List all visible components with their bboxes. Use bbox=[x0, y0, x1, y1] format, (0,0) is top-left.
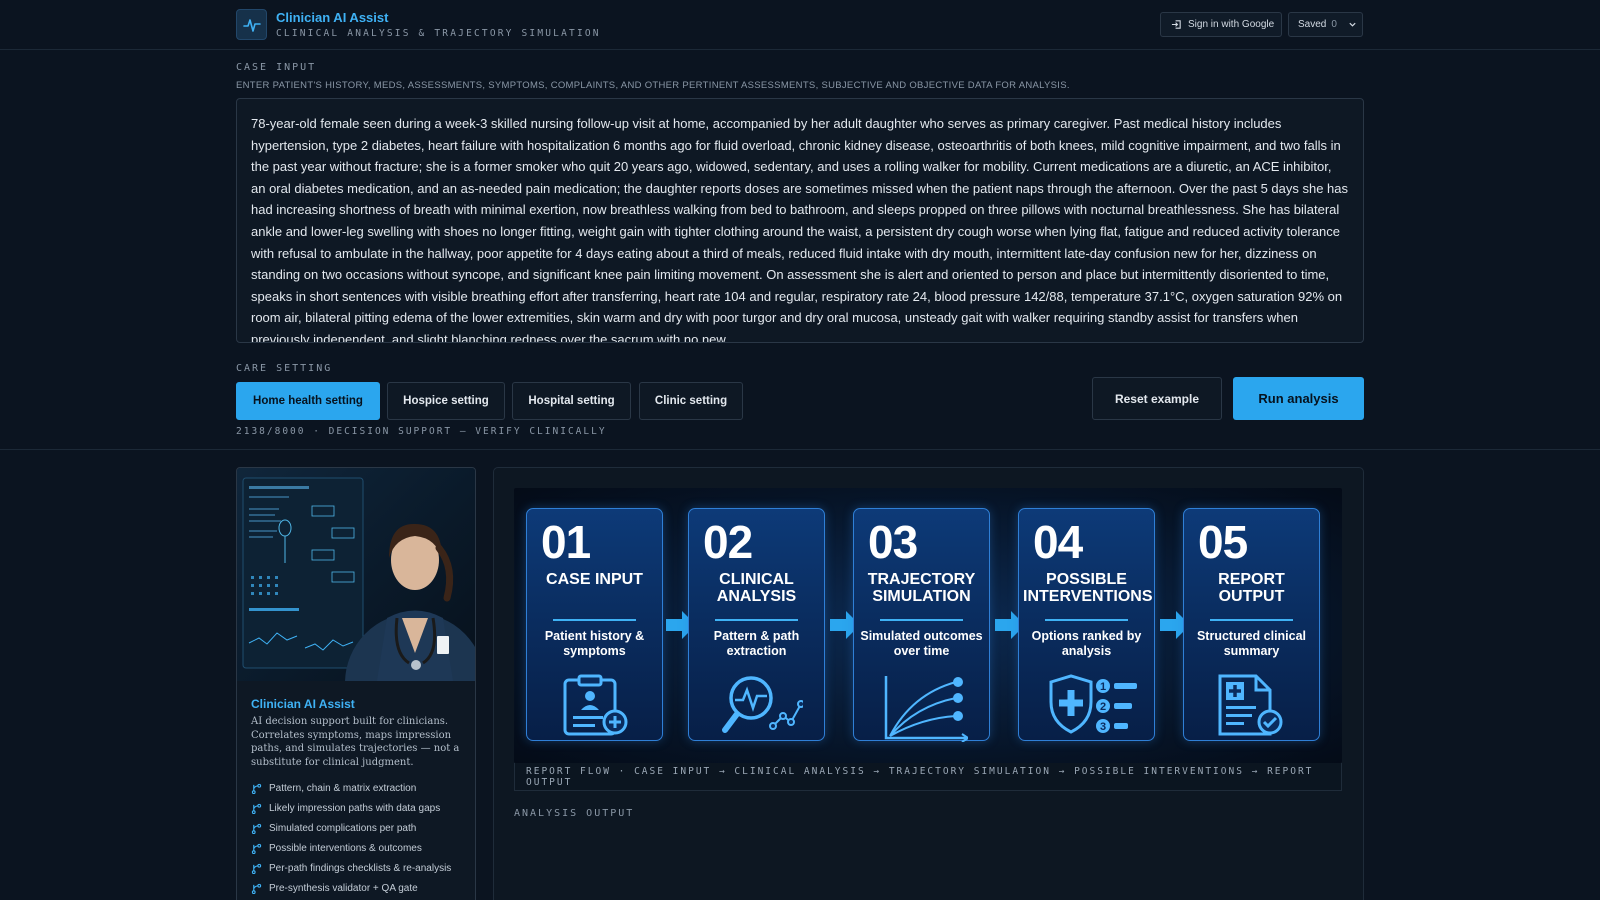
reset-example-button[interactable]: Reset example bbox=[1092, 377, 1222, 420]
branch-icon bbox=[251, 783, 262, 794]
saved-dropdown[interactable]: Saved 0 bbox=[1288, 12, 1363, 37]
about-card-description: AI decision support built for clinicians… bbox=[251, 716, 460, 768]
feature-item: Possible interventions & outcomes bbox=[251, 838, 451, 858]
trajectory-chart-icon bbox=[884, 676, 968, 742]
pulse-logo-icon bbox=[236, 9, 267, 40]
feature-list: Pattern, chain & matrix extraction Likel… bbox=[251, 778, 451, 898]
step-description: Structured clinical summary bbox=[1196, 629, 1307, 658]
branch-icon bbox=[251, 883, 262, 894]
sign-in-icon bbox=[1171, 20, 1181, 29]
step-title: CASE INPUT bbox=[546, 571, 643, 588]
step-number: 02 bbox=[703, 516, 753, 568]
step-number: 01 bbox=[541, 516, 591, 568]
step-description: Options ranked by analysis bbox=[1031, 629, 1142, 658]
flow-step-possible-interventions: 04 POSSIBLE INTERVENTIONS Options ranked… bbox=[1018, 508, 1155, 741]
flow-step-clinical-analysis: 02 CLINICAL ANALYSIS Pattern & path extr… bbox=[688, 508, 825, 741]
magnifier-pulse-icon bbox=[722, 676, 803, 733]
clipboard-patient-icon bbox=[563, 674, 628, 736]
sign-in-google-button[interactable]: Sign in with Google bbox=[1160, 12, 1282, 37]
feature-item: Per-path findings checklists & re-analys… bbox=[251, 858, 451, 878]
character-counter: 2138/8000 · DECISION SUPPORT — VERIFY CL… bbox=[236, 426, 607, 437]
report-flow-caption: REPORT FLOW · CASE INPUT → CLINICAL ANAL… bbox=[514, 763, 1342, 791]
about-card: Clinician AI Assist AI decision support … bbox=[236, 467, 476, 900]
care-setting-label: CARE SETTING bbox=[236, 363, 333, 374]
sign-in-label: Sign in with Google bbox=[1188, 19, 1275, 30]
svg-text:3: 3 bbox=[1100, 721, 1106, 733]
step-number: 04 bbox=[1033, 516, 1083, 568]
step-description: Patient history & symptoms bbox=[544, 629, 645, 658]
feature-item: Simulated complications per path bbox=[251, 818, 451, 838]
setting-hospice-button[interactable]: Hospice setting bbox=[387, 382, 505, 420]
report-flow-graphic: 01 CASE INPUT Patient history & symptoms… bbox=[514, 488, 1342, 763]
setting-clinic-button[interactable]: Clinic setting bbox=[639, 382, 743, 420]
clinician-hero-image bbox=[237, 468, 475, 681]
flow-step-report-output: 05 REPORT OUTPUT Structured clinical sum… bbox=[1183, 508, 1320, 741]
step-description: Pattern & path extraction bbox=[713, 629, 800, 658]
branch-icon bbox=[251, 863, 262, 874]
feature-item: Likely impression paths with data gaps bbox=[251, 798, 451, 818]
branch-icon bbox=[251, 803, 262, 814]
shield-ranked-list-icon: 1 2 3 bbox=[1049, 674, 1137, 734]
step-title: TRAJECTORY SIMULATION bbox=[867, 571, 976, 605]
app-header: Clinician AI Assist CLINICAL ANALYSIS & … bbox=[0, 0, 1600, 50]
section-divider bbox=[0, 449, 1600, 450]
branch-icon bbox=[251, 823, 262, 834]
run-analysis-button[interactable]: Run analysis bbox=[1233, 377, 1364, 420]
case-input-textarea[interactable]: 78-year-old female seen during a week-3 … bbox=[237, 99, 1363, 342]
about-card-title: Clinician AI Assist bbox=[251, 697, 355, 711]
branch-icon bbox=[251, 843, 262, 854]
flow-step-case-input: 01 CASE INPUT Patient history & symptoms bbox=[526, 508, 663, 741]
step-title: POSSIBLE INTERVENTIONS bbox=[1023, 571, 1153, 605]
case-input-instructions: ENTER PATIENT'S HISTORY, MEDS, ASSESSMEN… bbox=[236, 80, 1070, 91]
step-number: 05 bbox=[1198, 516, 1248, 568]
report-check-icon bbox=[1218, 674, 1283, 736]
case-input-box[interactable]: 78-year-old female seen during a week-3 … bbox=[236, 98, 1364, 343]
svg-text:2: 2 bbox=[1100, 701, 1106, 713]
feature-item: Pattern, chain & matrix extraction bbox=[251, 778, 451, 798]
setting-hospital-button[interactable]: Hospital setting bbox=[512, 382, 631, 420]
case-input-label: CASE INPUT bbox=[236, 62, 317, 73]
step-title: REPORT OUTPUT bbox=[1218, 571, 1285, 605]
step-number: 03 bbox=[868, 516, 918, 568]
flow-step-trajectory-simulation: 03 TRAJECTORY SIMULATION Simulated outco… bbox=[853, 508, 990, 742]
analysis-output-label: ANALYSIS OUTPUT bbox=[514, 808, 635, 819]
app-title: Clinician AI Assist bbox=[276, 10, 389, 25]
feature-item: Pre-synthesis validator + QA gate bbox=[251, 878, 451, 898]
saved-label: Saved bbox=[1298, 19, 1327, 30]
setting-home-health-button[interactable]: Home health setting bbox=[236, 382, 380, 420]
saved-count: 0 bbox=[1331, 19, 1337, 30]
report-flow-panel: 01 CASE INPUT Patient history & symptoms… bbox=[493, 467, 1364, 900]
chevron-down-icon bbox=[1349, 22, 1356, 27]
svg-text:1: 1 bbox=[1100, 681, 1106, 693]
step-title: CLINICAL ANALYSIS bbox=[716, 571, 797, 605]
step-description: Simulated outcomes over time bbox=[860, 629, 983, 658]
app-subtitle: CLINICAL ANALYSIS & TRAJECTORY SIMULATIO… bbox=[276, 28, 601, 39]
